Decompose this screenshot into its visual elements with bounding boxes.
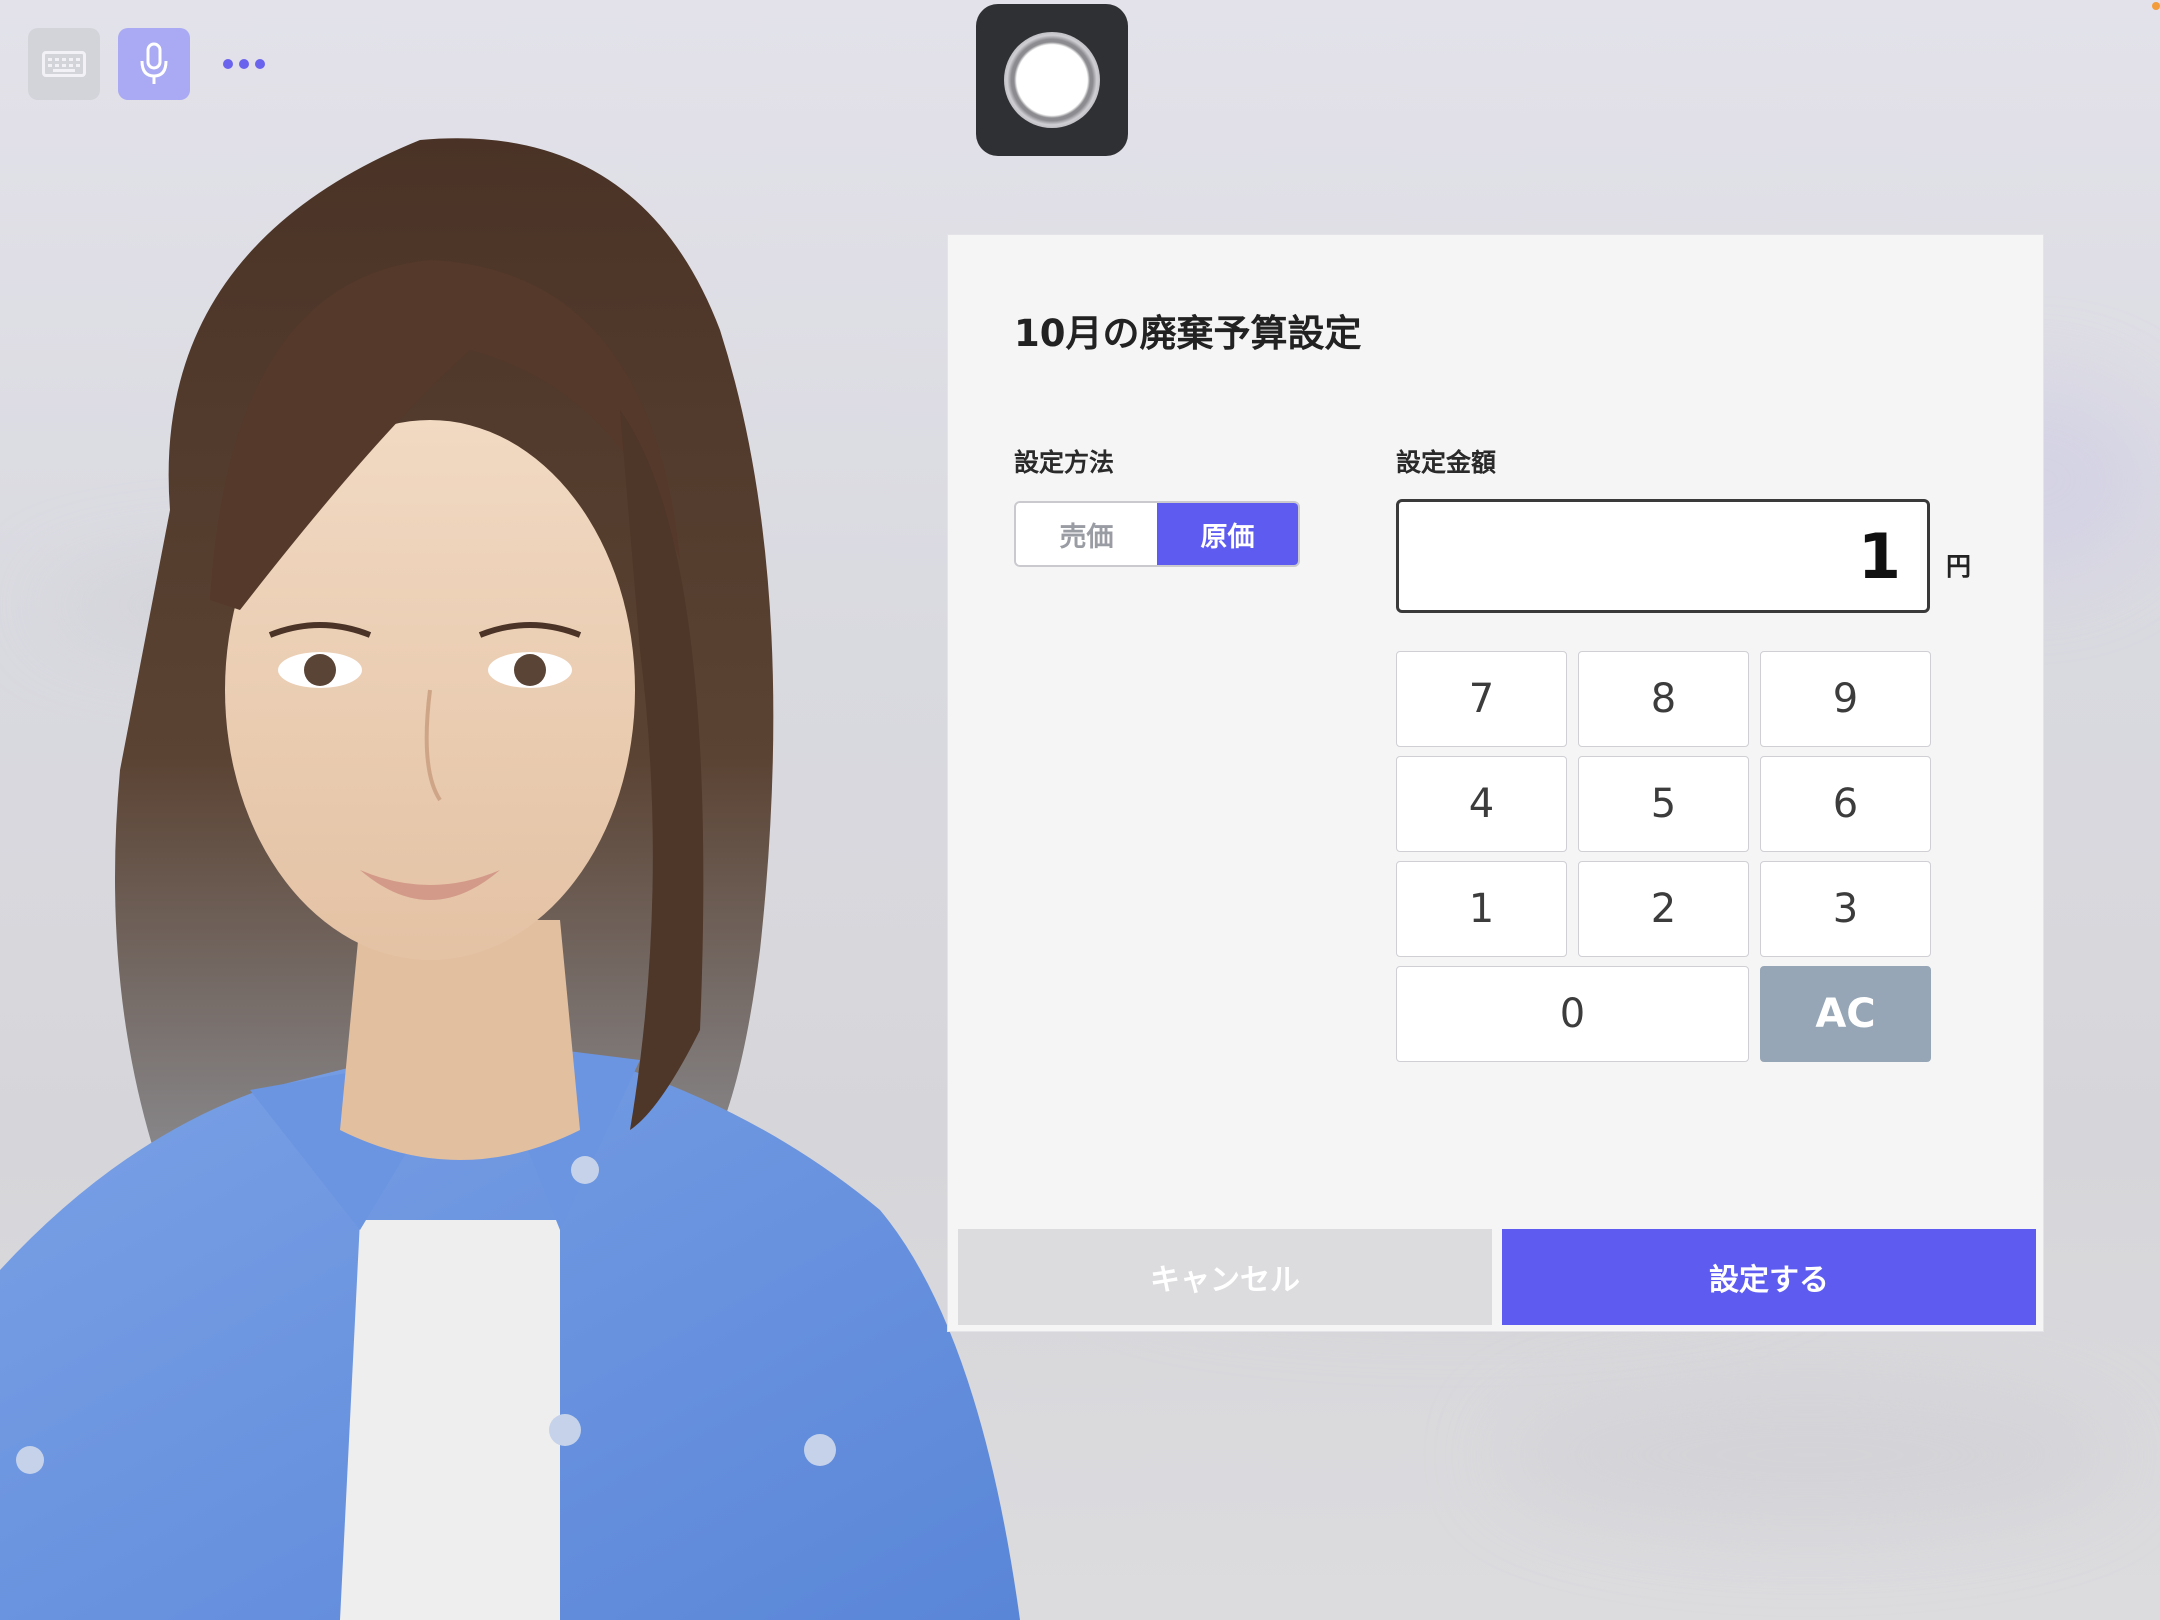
keyboard-button[interactable] — [28, 28, 100, 100]
key-3[interactable]: 3 — [1760, 861, 1931, 957]
method-label: 設定方法 — [1014, 448, 1115, 477]
microphone-button[interactable] — [118, 28, 190, 100]
method-toggle: 売価 原価 — [1014, 501, 1300, 567]
dialog-title: 10月の廃棄予算設定 — [1014, 312, 1362, 355]
method-option-cost-price[interactable]: 原価 — [1157, 503, 1298, 565]
amount-input[interactable]: 1 — [1396, 499, 1930, 613]
clear-key[interactable]: AC — [1760, 966, 1931, 1062]
cancel-button[interactable]: キャンセル — [958, 1229, 1492, 1325]
amount-value: 1 — [1857, 519, 1901, 593]
record-icon — [1004, 32, 1100, 128]
more-dots-icon — [220, 59, 268, 69]
unit-label: 円 — [1946, 552, 1972, 581]
key-6[interactable]: 6 — [1760, 756, 1931, 852]
more-button[interactable] — [208, 28, 280, 100]
submit-button[interactable]: 設定する — [1502, 1229, 2036, 1325]
key-1[interactable]: 1 — [1396, 861, 1567, 957]
key-5[interactable]: 5 — [1578, 756, 1749, 852]
keyboard-icon — [42, 51, 86, 77]
key-4[interactable]: 4 — [1396, 756, 1567, 852]
key-7[interactable]: 7 — [1396, 651, 1567, 747]
key-8[interactable]: 8 — [1578, 651, 1749, 747]
amount-label: 設定金額 — [1396, 448, 1497, 477]
key-0[interactable]: 0 — [1396, 966, 1749, 1062]
key-2[interactable]: 2 — [1578, 861, 1749, 957]
status-dot — [2152, 2, 2160, 10]
microphone-icon — [140, 42, 168, 84]
method-option-selling-price[interactable]: 売価 — [1016, 503, 1157, 565]
budget-dialog: 10月の廃棄予算設定 設定方法 売価 原価 設定金額 1 円 7 8 9 4 5… — [947, 234, 2044, 1332]
key-9[interactable]: 9 — [1760, 651, 1931, 747]
avatar-image — [0, 138, 1020, 1620]
